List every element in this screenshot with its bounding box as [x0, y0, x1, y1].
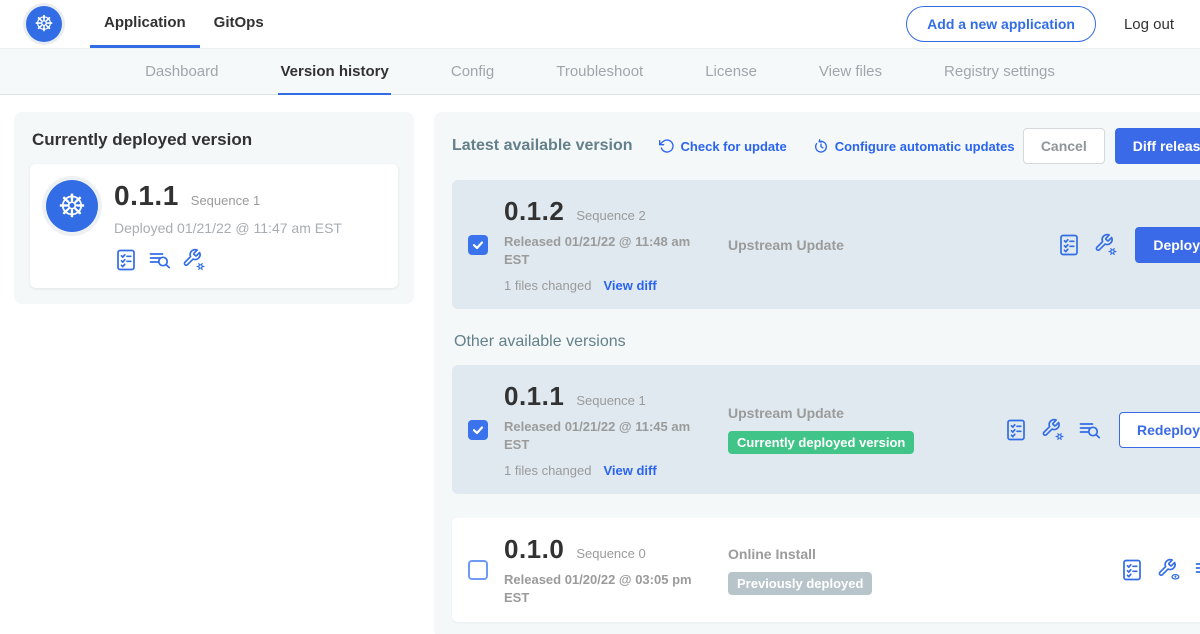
version-history-panel: Latest available version Check for updat…: [434, 112, 1200, 634]
logout-link[interactable]: Log out: [1124, 16, 1174, 33]
deploy-logs-icon[interactable]: [1078, 418, 1102, 442]
tab-version-history[interactable]: Version history: [278, 49, 390, 95]
released-timestamp: Released 01/21/22 @ 11:45 am EST: [504, 418, 694, 453]
version-number: 0.1.1: [504, 381, 564, 412]
preflight-checks-icon[interactable]: [1120, 558, 1144, 582]
version-info: 0.1.2 Sequence 2 Released 01/21/22 @ 11:…: [504, 196, 712, 293]
tab-dashboard[interactable]: Dashboard: [143, 49, 220, 95]
released-timestamp: Released 01/20/22 @ 03:05 pm EST: [504, 571, 694, 606]
config-edit-icon[interactable]: [1094, 233, 1118, 257]
view-diff-link[interactable]: View diff: [603, 278, 656, 293]
auto-update-clock-icon: [813, 138, 829, 154]
version-checkbox[interactable]: [468, 235, 488, 255]
deploy-logs-icon[interactable]: [1194, 558, 1200, 582]
refresh-icon: [659, 138, 675, 154]
tab-view-files[interactable]: View files: [817, 49, 884, 95]
cancel-button[interactable]: Cancel: [1023, 128, 1105, 164]
current-version-number: 0.1.1: [114, 180, 179, 212]
preflight-checks-icon[interactable]: [114, 248, 138, 272]
latest-available-header: Latest available version Check for updat…: [452, 128, 1200, 164]
currently-deployed-info: 0.1.1 Sequence 1 Deployed 01/21/22 @ 11:…: [114, 180, 342, 272]
version-sequence: Sequence 2: [576, 208, 645, 223]
configure-automatic-updates-link[interactable]: Configure automatic updates: [813, 138, 1015, 154]
version-info: 0.1.1 Sequence 1 Released 01/21/22 @ 11:…: [504, 381, 712, 478]
version-sequence: Sequence 1: [576, 393, 645, 408]
version-row-0-1-0: 0.1.0 Sequence 0 Released 01/20/22 @ 03:…: [452, 518, 1200, 622]
add-application-button[interactable]: Add a new application: [906, 6, 1096, 42]
configure-automatic-updates-label: Configure automatic updates: [835, 139, 1015, 154]
current-version-deployed-timestamp: Deployed 01/21/22 @ 11:47 am EST: [114, 220, 342, 236]
version-actions: [1120, 558, 1200, 582]
files-changed-label: 1 files changed: [504, 278, 591, 293]
source-label: Upstream Update: [728, 237, 988, 253]
tab-application[interactable]: Application: [90, 0, 200, 48]
redeploy-button[interactable]: Redeploy: [1119, 412, 1200, 448]
tab-license[interactable]: License: [703, 49, 759, 95]
config-edit-icon[interactable]: [182, 248, 206, 272]
main-content: Currently deployed version ☸ 0.1.1 Seque…: [0, 95, 1200, 634]
version-actions: Deploy: [1057, 227, 1200, 263]
version-row-0-1-2: 0.1.2 Sequence 2 Released 01/21/22 @ 11:…: [452, 180, 1200, 309]
current-version-sequence: Sequence 1: [191, 193, 260, 208]
config-edit-icon[interactable]: [1041, 418, 1065, 442]
diff-releases-button[interactable]: Diff releases: [1115, 128, 1200, 164]
app-subnav: Dashboard Version history Config Trouble…: [0, 48, 1200, 95]
kubernetes-logo: ☸: [26, 6, 62, 42]
released-timestamp: Released 01/21/22 @ 11:48 am EST: [504, 233, 694, 268]
deploy-logs-icon[interactable]: [148, 248, 172, 272]
latest-available-title: Latest available version: [452, 137, 633, 155]
currently-deployed-panel: Currently deployed version ☸ 0.1.1 Seque…: [14, 112, 414, 304]
version-number: 0.1.2: [504, 196, 564, 227]
check-for-update-link[interactable]: Check for update: [659, 138, 787, 154]
currently-deployed-badge: Currently deployed version: [728, 431, 914, 454]
tab-registry-settings[interactable]: Registry settings: [942, 49, 1057, 95]
tab-troubleshoot[interactable]: Troubleshoot: [554, 49, 645, 95]
preflight-checks-icon[interactable]: [1057, 233, 1081, 257]
preflight-checks-icon[interactable]: [1004, 418, 1028, 442]
source-label: Upstream Update: [728, 405, 988, 421]
top-tabs: Application GitOps: [90, 0, 278, 48]
version-checkbox[interactable]: [468, 560, 488, 580]
source-label: Online Install: [728, 546, 988, 562]
version-row-0-1-1: 0.1.1 Sequence 1 Released 01/21/22 @ 11:…: [452, 365, 1200, 494]
files-changed-label: 1 files changed: [504, 463, 591, 478]
other-available-versions-title: Other available versions: [454, 333, 1200, 351]
config-view-icon[interactable]: [1157, 558, 1181, 582]
version-sequence: Sequence 0: [576, 546, 645, 561]
tab-gitops[interactable]: GitOps: [200, 0, 278, 48]
version-source: Online Install Previously deployed: [728, 546, 988, 595]
app-kubernetes-logo: ☸: [46, 180, 98, 232]
currently-deployed-card: ☸ 0.1.1 Sequence 1 Deployed 01/21/22 @ 1…: [30, 164, 398, 288]
currently-deployed-title: Currently deployed version: [32, 130, 396, 150]
version-number: 0.1.0: [504, 534, 564, 565]
version-checkbox[interactable]: [468, 420, 488, 440]
top-bar: ☸ Application GitOps Add a new applicati…: [0, 0, 1200, 48]
deploy-button[interactable]: Deploy: [1135, 227, 1200, 263]
view-diff-link[interactable]: View diff: [603, 463, 656, 478]
version-info: 0.1.0 Sequence 0 Released 01/20/22 @ 03:…: [504, 534, 712, 606]
version-source: Upstream Update Currently deployed versi…: [728, 405, 988, 454]
version-source: Upstream Update: [728, 237, 988, 253]
previously-deployed-badge: Previously deployed: [728, 572, 872, 595]
tab-config[interactable]: Config: [449, 49, 496, 95]
check-for-update-label: Check for update: [681, 139, 787, 154]
version-actions: Redeploy: [1004, 412, 1200, 448]
